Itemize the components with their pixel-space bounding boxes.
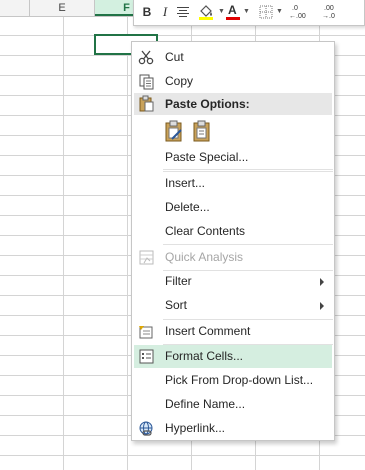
menu-item-filter[interactable]: Filter <box>134 270 332 293</box>
svg-text:→.0: →.0 <box>322 13 335 20</box>
menu-item-define-name[interactable]: Define Name... <box>134 393 332 416</box>
menu-label: Filter <box>165 274 192 288</box>
chevron-down-icon[interactable]: ▼ <box>276 3 283 21</box>
quick-analysis-icon <box>138 249 155 266</box>
menu-item-delete[interactable]: Delete... <box>134 196 332 219</box>
align-line <box>177 7 189 8</box>
menu-item-insert[interactable]: Insert... <box>134 172 332 195</box>
menu-item-pick-from-list[interactable]: Pick From Drop-down List... <box>134 369 332 392</box>
italic-button[interactable]: I <box>159 3 171 21</box>
align-line <box>177 13 189 14</box>
menu-item-cut[interactable]: Cut <box>134 46 332 69</box>
column-header-e[interactable]: E <box>30 0 95 16</box>
decrease-decimal-icon: .00 →.0 <box>322 5 335 20</box>
menu-label: Format Cells... <box>165 349 244 363</box>
borders-icon <box>259 5 273 19</box>
menu-label: Insert... <box>165 176 206 190</box>
menu-item-paste-special[interactable]: Paste Special... <box>134 146 332 169</box>
format-cells-icon <box>138 348 155 365</box>
menu-label: Quick Analysis <box>165 250 244 264</box>
menu-item-quick-analysis: Quick Analysis <box>134 246 332 269</box>
menu-item-sort[interactable]: Sort <box>134 294 332 317</box>
menu-label: Hyperlink... <box>165 421 226 435</box>
mini-toolbar: B I ▼ A ▼ ▼ .0 ←.00 .00 →.0 <box>133 0 365 26</box>
menu-label: Clear Contents <box>165 224 246 238</box>
menu-label: Sort <box>165 298 188 312</box>
align-center-button[interactable] <box>175 3 191 21</box>
increase-decimal-icon: .0 ←.00 <box>289 5 306 20</box>
paste-button[interactable] <box>163 119 185 143</box>
menu-item-copy[interactable]: Copy <box>134 70 332 93</box>
menu-item-hyperlink[interactable]: Hyperlink... <box>134 417 332 440</box>
borders-button[interactable] <box>259 3 273 21</box>
svg-text:←.00: ←.00 <box>289 13 306 20</box>
menu-separator <box>163 244 333 245</box>
hyperlink-icon <box>138 420 155 437</box>
menu-label: Define Name... <box>165 397 246 411</box>
paste-values-button[interactable] <box>191 119 213 143</box>
svg-text:.0: .0 <box>292 5 298 12</box>
comment-icon <box>138 323 155 340</box>
context-menu: Cut Copy Paste Options: Paste Special...… <box>131 41 335 441</box>
chevron-down-icon[interactable]: ▼ <box>218 3 225 21</box>
menu-label: Pick From Drop-down List... <box>165 373 314 387</box>
menu-label: Insert Comment <box>165 324 251 338</box>
paste-icon <box>138 95 155 112</box>
paste-options-header: Paste Options: <box>134 93 332 115</box>
menu-item-format-cells[interactable]: Format Cells... <box>134 345 332 368</box>
chevron-right-icon <box>320 302 324 310</box>
svg-text:.00: .00 <box>324 5 334 12</box>
scissors-icon <box>138 49 155 66</box>
font-color-bar <box>226 17 240 20</box>
increase-decimal-button[interactable]: .0 ←.00 <box>286 3 308 21</box>
fill-color-button[interactable] <box>197 3 215 21</box>
align-line <box>179 16 187 17</box>
menu-label: Cut <box>165 50 184 64</box>
menu-separator <box>163 169 333 170</box>
copy-icon <box>138 73 155 90</box>
decrease-decimal-button[interactable]: .00 →.0 <box>319 3 341 21</box>
column-header-blank <box>0 0 30 16</box>
paste-options-label: Paste Options: <box>165 97 250 111</box>
align-line <box>179 10 187 11</box>
menu-item-clear-contents[interactable]: Clear Contents <box>134 220 332 243</box>
menu-label: Delete... <box>165 200 210 214</box>
font-color-button[interactable]: A <box>226 3 240 21</box>
paste-icon <box>165 120 182 142</box>
chevron-right-icon <box>320 278 324 286</box>
paste-values-icon <box>193 120 210 142</box>
chevron-down-icon[interactable]: ▼ <box>243 3 250 21</box>
menu-label: Copy <box>165 74 194 88</box>
menu-item-insert-comment[interactable]: Insert Comment <box>134 320 332 343</box>
menu-label: Paste Special... <box>165 150 249 164</box>
bold-button[interactable]: B <box>140 3 154 21</box>
paint-bucket-icon <box>199 5 213 20</box>
